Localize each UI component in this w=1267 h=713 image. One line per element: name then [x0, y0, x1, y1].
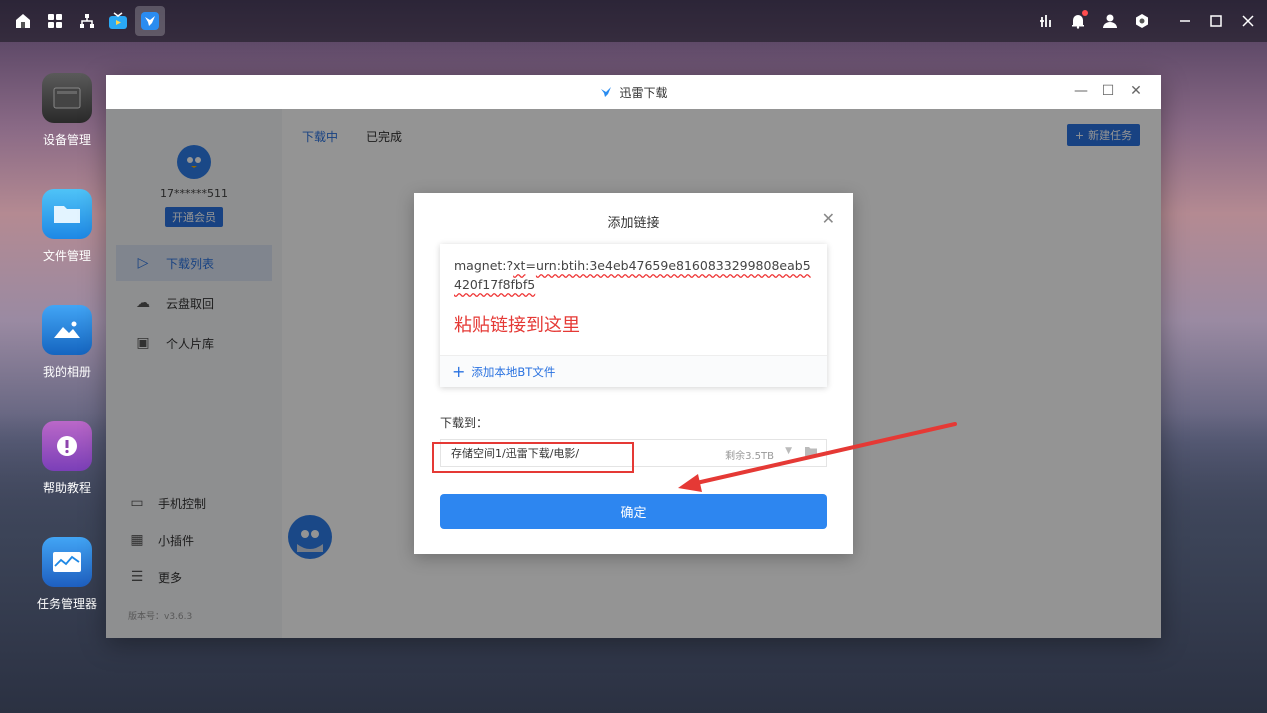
annotation-arrow	[678, 422, 957, 492]
